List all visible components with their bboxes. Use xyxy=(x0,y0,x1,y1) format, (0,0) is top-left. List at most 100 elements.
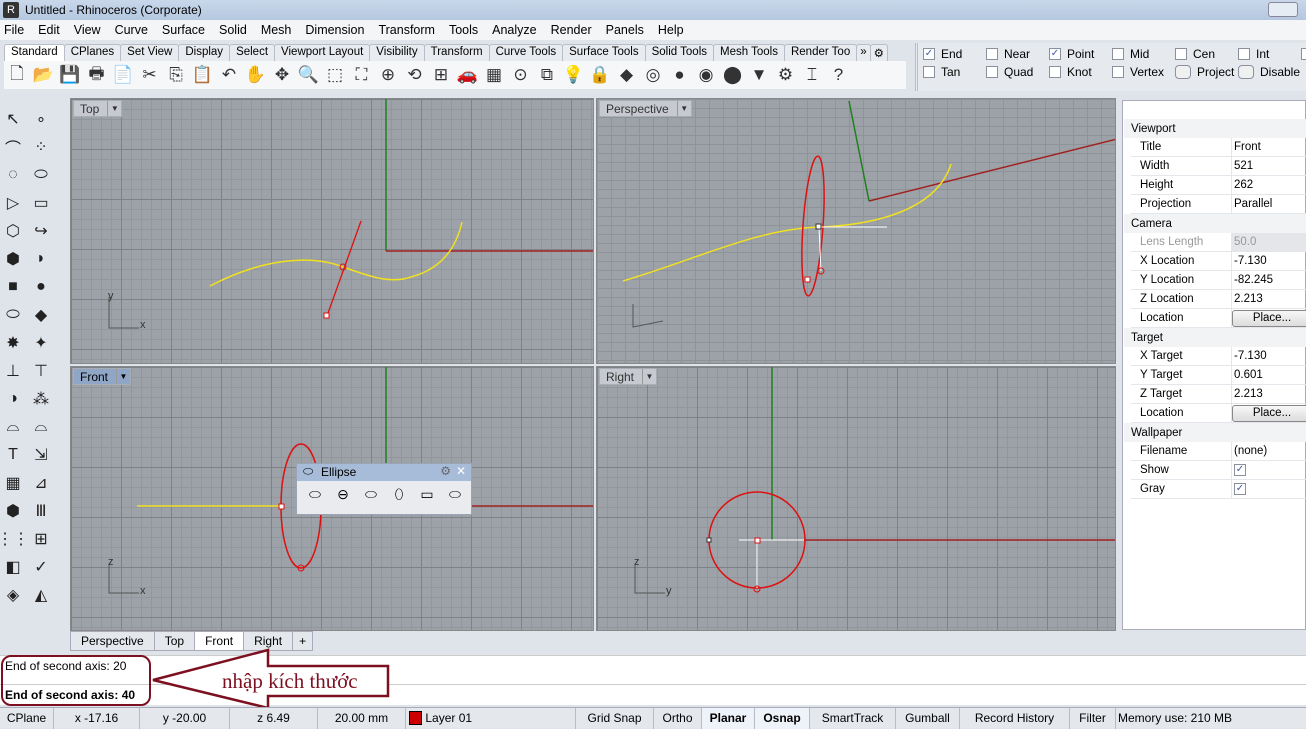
left-tool-icon[interactable]: ⊿ xyxy=(28,470,54,496)
left-tool-icon[interactable]: Ⅲ xyxy=(28,498,54,524)
left-tool-icon[interactable]: ⋮⋮ xyxy=(0,526,29,552)
dimension-icon[interactable]: ⌶ xyxy=(799,62,825,88)
control-point[interactable] xyxy=(754,537,761,544)
viewport-perspective[interactable]: Perspective ▼ xyxy=(596,98,1116,364)
viewport-title-front[interactable]: Front ▼ xyxy=(73,368,132,385)
copy-icon[interactable]: ⎘ xyxy=(163,62,189,88)
toggle-ortho[interactable]: Ortho xyxy=(654,708,702,729)
toggle-smarttrack[interactable]: SmartTrack xyxy=(810,708,896,729)
osnap-more-checkbox[interactable] xyxy=(1301,48,1306,60)
tab-display[interactable]: Display xyxy=(178,44,231,61)
left-tool-icon[interactable]: ⊞ xyxy=(28,526,54,552)
osnap-int[interactable]: Int xyxy=(1238,47,1269,61)
property-value[interactable]: -7.130 xyxy=(1234,255,1267,267)
undo-view-icon[interactable]: ⟲ xyxy=(402,62,428,88)
osnap-mid[interactable]: Mid xyxy=(1112,47,1149,61)
checkbox-gray[interactable]: ✓ xyxy=(1234,483,1246,495)
grid-icon[interactable]: ▦ xyxy=(481,62,507,88)
zoom-window-icon[interactable]: ⬚ xyxy=(322,62,348,88)
toggle-grid-snap[interactable]: Grid Snap xyxy=(576,708,654,729)
zoom-extents-icon[interactable]: ⛶ xyxy=(349,62,375,88)
ellipse-diameter-icon[interactable]: ⊖ xyxy=(331,486,355,504)
curve[interactable] xyxy=(622,163,952,282)
checkbox-int[interactable] xyxy=(1238,48,1250,60)
ellipse[interactable] xyxy=(798,155,828,297)
property-value[interactable]: 0.601 xyxy=(1234,369,1263,381)
checkbox-quad[interactable] xyxy=(986,66,998,78)
property-value[interactable]: 2.213 xyxy=(1234,388,1263,400)
help-icon[interactable]: ? xyxy=(826,62,852,88)
osnap-project[interactable]: Project xyxy=(1175,65,1234,79)
control-point[interactable] xyxy=(804,276,811,283)
cplane-indicator[interactable]: CPlane xyxy=(0,708,54,729)
menu-mesh[interactable]: Mesh xyxy=(261,23,292,37)
layer-selector[interactable]: Layer 01 xyxy=(406,708,576,729)
open-icon[interactable]: 📂 xyxy=(31,62,57,88)
checkbox-near[interactable] xyxy=(986,48,998,60)
tab-select[interactable]: Select xyxy=(229,44,276,61)
checkbox-vertex[interactable] xyxy=(1112,66,1124,78)
control-point[interactable] xyxy=(706,537,712,543)
menu-help[interactable]: Help xyxy=(658,23,684,37)
left-tool-icon[interactable]: ▭ xyxy=(28,190,54,216)
rendered-sphere-icon[interactable]: ◉ xyxy=(693,62,719,88)
ellipse-center-icon[interactable]: ⬭ xyxy=(303,486,327,504)
menu-view[interactable]: View xyxy=(74,23,101,37)
checkbox-project[interactable] xyxy=(1175,65,1191,79)
toggle-osnap[interactable]: Osnap xyxy=(755,708,810,729)
viewport-top[interactable]: y x Top ▼ xyxy=(70,98,594,364)
toggle-planar[interactable]: Planar xyxy=(702,708,755,729)
ellipse-vertical-icon[interactable]: ⬭ xyxy=(443,486,467,504)
control-point[interactable] xyxy=(815,223,822,230)
chevron-down-icon[interactable]: ▼ xyxy=(642,369,656,384)
menu-panels[interactable]: Panels xyxy=(606,23,644,37)
menu-edit[interactable]: Edit xyxy=(38,23,60,37)
tab-solid-tools[interactable]: Solid Tools xyxy=(644,44,714,61)
tab-set-view[interactable]: Set View xyxy=(120,44,180,61)
left-tool-icon[interactable]: ⊥ xyxy=(0,358,26,384)
left-tool-icon[interactable]: ▷ xyxy=(0,190,26,216)
toolbar-gear-icon[interactable]: ⚙ xyxy=(869,44,888,61)
left-tool-icon[interactable]: ◧ xyxy=(0,554,26,580)
print-icon[interactable]: 🖶 xyxy=(84,62,110,88)
tab-visibility[interactable]: Visibility xyxy=(369,44,425,61)
menu-solid[interactable]: Solid xyxy=(219,23,247,37)
left-tool-icon[interactable]: ⇲ xyxy=(28,442,54,468)
checkbox-cen[interactable] xyxy=(1175,48,1187,60)
left-tool-icon[interactable]: ▦ xyxy=(0,470,26,496)
undo-icon[interactable]: ↶ xyxy=(216,62,242,88)
left-tool-icon[interactable]: ⁂ xyxy=(28,386,54,412)
close-icon[interactable]: ✕ xyxy=(456,464,466,478)
property-value[interactable]: Parallel xyxy=(1234,198,1272,210)
menu-dimension[interactable]: Dimension xyxy=(305,23,364,37)
chevron-down-icon[interactable]: ▼ xyxy=(107,101,121,116)
checkbox-point[interactable]: ✓ xyxy=(1049,48,1061,60)
menu-surface[interactable]: Surface xyxy=(162,23,205,37)
property-value[interactable]: -7.130 xyxy=(1234,350,1267,362)
gear-icon[interactable]: ⚙ xyxy=(440,464,451,478)
ellipse-toolbar-header[interactable]: ⬭ Ellipse ⚙ ✕ xyxy=(297,464,471,481)
menu-file[interactable]: File xyxy=(4,23,24,37)
left-tool-icon[interactable]: ∘ xyxy=(28,106,54,132)
tab-render-too[interactable]: Render Too xyxy=(783,44,858,61)
checkbox-tan[interactable] xyxy=(923,66,935,78)
lock-icon[interactable]: 🔒 xyxy=(587,62,613,88)
place-button[interactable]: Place... xyxy=(1232,405,1306,422)
tab-standard[interactable]: Standard xyxy=(4,44,65,61)
left-tool-icon[interactable]: ◌ xyxy=(0,162,26,188)
checkbox-show[interactable]: ✓ xyxy=(1234,464,1246,476)
left-tool-icon[interactable]: ⬢ xyxy=(0,246,26,272)
rotate-view-icon[interactable]: ✥ xyxy=(269,62,295,88)
import-icon[interactable]: 📄 xyxy=(110,62,136,88)
left-tool-icon[interactable]: ⬭ xyxy=(28,162,54,188)
zoom-selected-icon[interactable]: ⊕ xyxy=(375,62,401,88)
menu-transform[interactable]: Transform xyxy=(378,23,435,37)
shaded-icon[interactable]: ◆ xyxy=(614,62,640,88)
osnap-knot[interactable]: Knot xyxy=(1049,65,1092,79)
color-wheel-icon[interactable]: ◎ xyxy=(640,62,666,88)
tab-more-button[interactable]: » xyxy=(856,44,871,61)
chevron-down-icon[interactable]: ▼ xyxy=(116,369,130,384)
tab-viewport-layout[interactable]: Viewport Layout xyxy=(274,44,371,61)
place-button[interactable]: Place... xyxy=(1232,310,1306,327)
left-tool-icon[interactable]: ◭ xyxy=(28,582,54,608)
